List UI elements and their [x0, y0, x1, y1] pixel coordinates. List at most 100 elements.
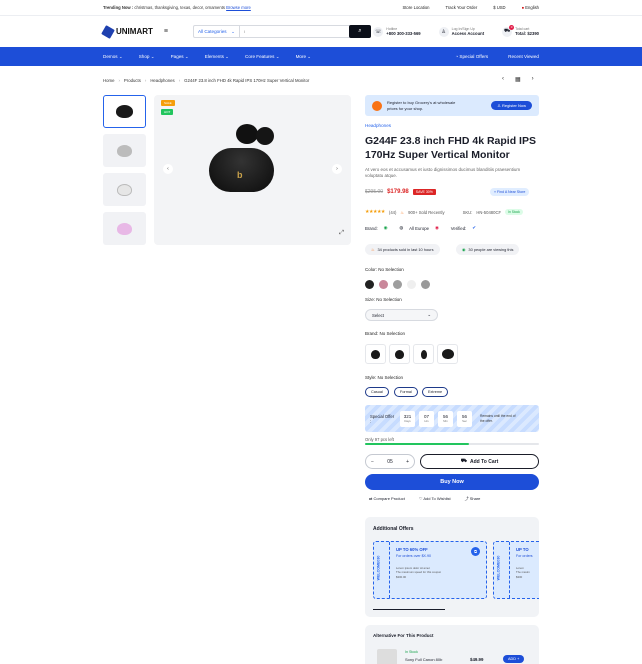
nav-elements[interactable]: Elements ⌄ [205, 54, 229, 60]
earbuds-case: b [209, 148, 274, 192]
prev-image-icon[interactable]: ‹ [163, 164, 173, 174]
rating-row: ★★★★★ (44) ♨ 900+ Sold Recently SKU: HN-… [365, 209, 523, 215]
alt-price: $49.99 [470, 657, 484, 662]
sku-value: HN-50480CF [476, 209, 502, 215]
store-location-link[interactable]: Store Location [402, 5, 429, 10]
cart[interactable]: ⛟ 0 Total cart Total: $2390 [502, 24, 539, 37]
nav-pages[interactable]: Pages ⌄ [171, 54, 189, 60]
alternative-title: Alternative For This Product [373, 633, 434, 638]
thumbnail-1[interactable] [103, 95, 146, 128]
share-icon: ⤴ [464, 496, 469, 501]
user-icon: ♙ [438, 26, 449, 37]
next-image-icon[interactable]: › [332, 164, 342, 174]
quantity-value[interactable]: 05 [387, 459, 393, 465]
style-label: Style: No Selection [365, 375, 404, 380]
product-description: At vero eos et accusamus et iusto dignis… [365, 167, 521, 179]
wishlist-button[interactable]: ♡ Add To Wishlist [419, 496, 451, 502]
offers-scrollbar[interactable] [373, 608, 445, 610]
search-button[interactable]: ⌕ [348, 25, 371, 38]
minus-icon[interactable]: − [371, 459, 374, 465]
find-store-button[interactable]: ⌖ Find A Near Store [490, 188, 530, 196]
brand-option-1[interactable] [365, 344, 386, 364]
color-swatch-black[interactable] [365, 280, 374, 289]
size-label: Size: No Selection [365, 297, 402, 302]
earbuds-image [117, 183, 132, 196]
nav-core-features[interactable]: Core Features ⌄ [245, 54, 280, 60]
account[interactable]: ♙ Log In/Sign Up Access Account [438, 26, 484, 37]
quantity-stepper[interactable]: − 05 + [365, 454, 415, 469]
color-swatch-pink[interactable] [379, 280, 388, 289]
rating-stars-icon: ★★★★★ [365, 209, 385, 215]
earbuds-image [420, 349, 427, 359]
stock-badge: In Stock [505, 209, 523, 215]
language-select[interactable]: ● English [522, 5, 539, 10]
thumbnail-3[interactable] [103, 173, 146, 206]
trending-text: Trending Now : christmas, thanksgiving, … [103, 5, 251, 10]
color-swatch-gray[interactable] [393, 280, 402, 289]
hot-badge: HOT [161, 109, 174, 115]
cart-icon: ⛟ 0 [502, 24, 515, 37]
compare-icon: ⇄ [369, 496, 373, 501]
share-button[interactable]: ⤴ Share [465, 496, 481, 502]
search-category-select[interactable]: All Categories ⌄ [194, 26, 240, 37]
recent-viewed-link[interactable]: Recent Viewed [508, 54, 539, 59]
nav-demos[interactable]: Demos ⌄ [103, 54, 123, 60]
meta-row: Brand: ◉ ◍ All Europe ◉ Verified: ✔ [365, 225, 476, 231]
search-bar: All Categories ⌄ I ⌕ [192, 25, 371, 38]
header: UNIMART ≡ All Categories ⌄ I ⌕ ☏ Hotline +8… [0, 16, 642, 47]
prev-product-icon[interactable]: ‹ [502, 76, 504, 83]
fire-icon: ♨ [371, 247, 375, 252]
style-casual[interactable]: Casual [365, 387, 389, 397]
hotline[interactable]: ☏ Hotline +800 300-333-569 [373, 26, 421, 37]
alt-add-button[interactable]: ADD + [503, 655, 525, 663]
breadcrumb-home[interactable]: Home [103, 78, 114, 83]
style-extreme[interactable]: Extreme [422, 387, 449, 397]
timer-days: 321 Days [400, 410, 415, 427]
coupon-card[interactable]: WELCOME030 UP TO 60% OFF For orders over… [373, 541, 487, 599]
search-input[interactable]: I [240, 29, 350, 34]
breadcrumb-headphones[interactable]: Headphones [150, 78, 174, 83]
plus-icon[interactable]: + [406, 459, 409, 465]
chevron-down-icon: ⌄ [427, 312, 431, 317]
track-order-link[interactable]: Track Your Order [445, 5, 477, 10]
percent-icon: ◔ [455, 54, 459, 59]
next-product-icon[interactable]: › [532, 76, 534, 83]
earbuds-image [117, 144, 132, 157]
sale-badge: SALE [161, 100, 175, 106]
product-category[interactable]: Headphones [365, 123, 391, 128]
compare-button[interactable]: ⇄ Compare Product [369, 496, 405, 502]
brand-option-2[interactable] [389, 344, 410, 364]
style-formal[interactable]: Formal [394, 387, 418, 397]
alt-product-name[interactable]: Sony Full Canon 80b [405, 657, 442, 662]
breadcrumb-current: G244F 23.8 inch FHD 4k Rapid IPS 170Hz S… [184, 78, 310, 83]
price-row: $295.00 $179.98 SAVE 30% [365, 189, 436, 195]
nav-more[interactable]: More ⌄ [296, 54, 312, 60]
grid-icon[interactable]: ▦ [515, 76, 521, 83]
stock-progress [365, 443, 539, 445]
chevron-right-icon: › [144, 78, 147, 83]
brand-option-4[interactable] [437, 344, 458, 364]
thumbnail-2[interactable] [103, 134, 146, 167]
copy-icon[interactable]: ⧉ [471, 547, 480, 556]
add-to-cart-button[interactable]: ⛟ Add To Cart [420, 454, 539, 469]
special-offer-timer: Special Offer : 321 Days 07 Hrs 56 Min 56 Se… [365, 405, 539, 432]
fullscreen-icon[interactable]: ⤢ [339, 230, 344, 237]
size-select[interactable]: Select ⌄ [365, 309, 438, 321]
coupon-card[interactable]: WELCOME030 UP TO For orders Lorem The max… [493, 541, 539, 599]
currency-select[interactable]: $ USD [493, 5, 505, 10]
color-swatch-white[interactable] [407, 280, 416, 289]
alternative-product-image[interactable] [377, 649, 397, 664]
menu-icon[interactable]: ≡ [164, 28, 168, 35]
buy-now-button[interactable]: Buy Now [365, 474, 539, 490]
register-now-button[interactable]: ♙ Register Now [491, 101, 532, 110]
main-nav: Demos ⌄ Shop ⌄ Pages ⌄ Elements ⌄ Core F… [0, 47, 642, 66]
rating-count[interactable]: (44) [389, 210, 396, 215]
nav-shop[interactable]: Shop ⌄ [139, 54, 155, 60]
thumbnail-4[interactable] [103, 212, 146, 245]
breadcrumb-products[interactable]: Products [124, 78, 141, 83]
special-offers-link[interactable]: ◔ Special Offers [455, 54, 488, 59]
logo[interactable]: UNIMART [101, 24, 153, 39]
color-swatch-silver[interactable] [421, 280, 430, 289]
brand-option-3[interactable] [413, 344, 434, 364]
browse-more-link[interactable]: Browse more [226, 5, 251, 10]
